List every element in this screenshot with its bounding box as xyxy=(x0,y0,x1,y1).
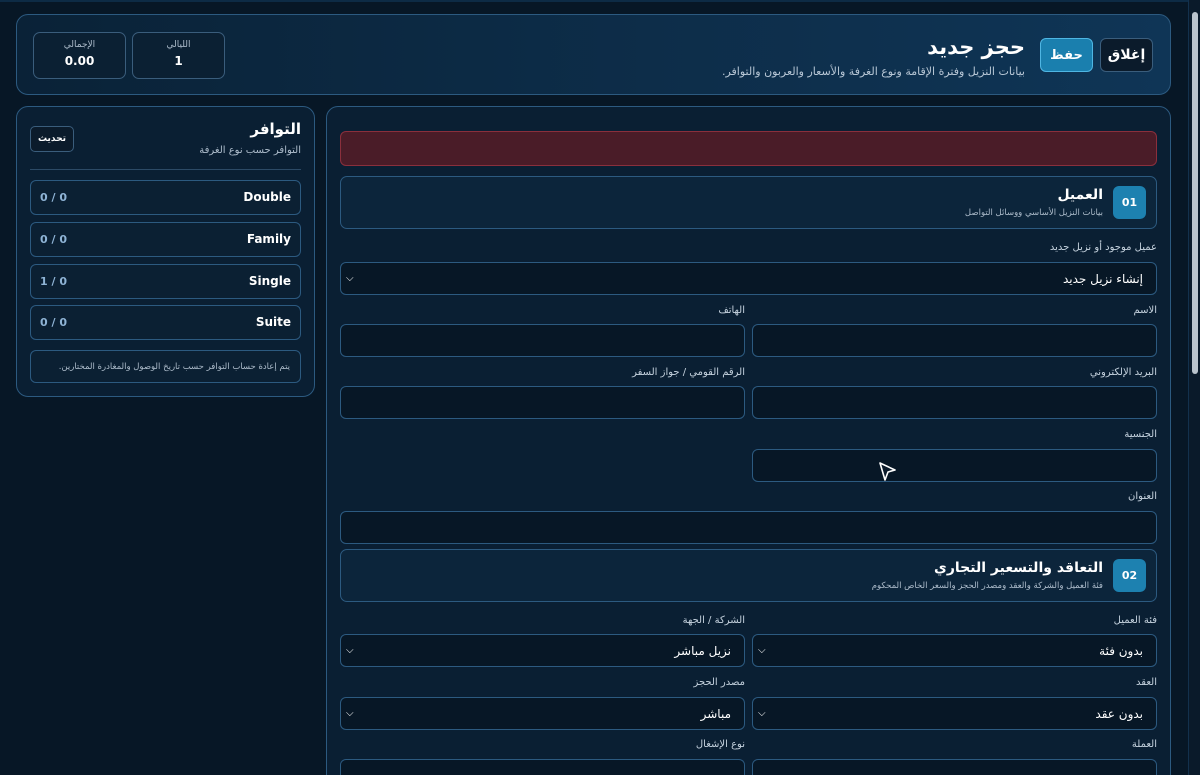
room-count: 0 / 0 xyxy=(40,316,67,329)
vertical-scrollbar[interactable] xyxy=(1188,0,1200,775)
total-value: 0.00 xyxy=(64,54,95,68)
company-value: نزيل مباشر xyxy=(674,644,731,658)
room-name: Single xyxy=(248,274,291,288)
client-category-select[interactable]: بدون فئة ⌵ xyxy=(752,634,1157,667)
section-subtitle: بيانات النزيل الأساسي ووسائل التواصل xyxy=(964,208,1103,218)
booking-source-label: مصدر الحجز xyxy=(693,677,745,688)
page-title: حجز جديد xyxy=(927,35,1025,59)
nights-label: الليالي xyxy=(166,40,191,50)
divider xyxy=(30,169,301,170)
company-select[interactable]: نزيل مباشر ⌵ xyxy=(340,634,745,667)
currency-select[interactable] xyxy=(752,759,1157,775)
room-count: 0 / 0 xyxy=(40,191,67,204)
page-subtitle: بيانات النزيل وفترة الإقامة ونوع الغرفة … xyxy=(721,65,1025,78)
total-stat: الإجمالي 0.00 xyxy=(33,32,126,79)
section-title: التعاقد والتسعير التجاري xyxy=(934,560,1103,576)
section-number: 02 xyxy=(1113,559,1146,592)
chevron-down-icon: ⌵ xyxy=(758,645,766,656)
room-row-family: Family 0 / 0 xyxy=(30,222,301,257)
national-id-label: الرقم القومي / جواز السفر xyxy=(632,367,745,378)
close-button[interactable]: إغلاق xyxy=(1100,38,1153,72)
room-count: 0 / 0 xyxy=(40,233,67,246)
email-input[interactable] xyxy=(752,386,1157,419)
error-alert xyxy=(340,131,1157,166)
section-contract-header: 02 التعاقد والتسعير التجاري فئة العميل و… xyxy=(340,549,1157,602)
client-category-value: بدون فئة xyxy=(1099,644,1143,658)
room-row-single: Single 1 / 0 xyxy=(30,264,301,299)
address-input[interactable] xyxy=(340,511,1157,544)
national-id-input[interactable] xyxy=(340,386,745,419)
phone-label: الهاتف xyxy=(718,305,745,316)
occupancy-label: نوع الإشغال xyxy=(695,739,745,750)
nights-value: 1 xyxy=(174,54,183,68)
chevron-down-icon: ⌵ xyxy=(346,708,354,719)
name-label: الاسم xyxy=(1133,305,1157,316)
mouse-cursor-icon xyxy=(879,462,896,481)
room-name: Family xyxy=(246,232,291,246)
email-label: البريد الإلكتروني xyxy=(1089,367,1157,378)
room-count: 1 / 0 xyxy=(40,275,67,288)
room-name: Double xyxy=(243,190,291,204)
currency-label: العملة xyxy=(1131,739,1157,750)
room-row-suite: Suite 0 / 0 xyxy=(30,305,301,340)
refresh-button[interactable]: تحديث xyxy=(30,126,74,152)
top-edge xyxy=(0,0,1188,2)
chevron-down-icon: ⌵ xyxy=(346,273,354,284)
guest-select-label: عميل موجود أو نزيل جديد xyxy=(1049,242,1157,253)
address-label: العنوان xyxy=(1128,491,1157,502)
contract-value: بدون عقد xyxy=(1095,707,1143,721)
company-label: الشركة / الجهة xyxy=(682,615,745,626)
name-input[interactable] xyxy=(752,324,1157,357)
availability-panel: التوافر التوافر حسب نوع الغرفة تحديث Dou… xyxy=(16,106,315,397)
availability-title: التوافر xyxy=(250,120,301,138)
page-header: إغلاق حفظ حجز جديد بيانات النزيل وفترة ا… xyxy=(16,14,1171,95)
availability-subtitle: التوافر حسب نوع الغرفة xyxy=(199,145,301,156)
phone-input[interactable] xyxy=(340,324,745,357)
chevron-down-icon: ⌵ xyxy=(758,708,766,719)
guest-select[interactable]: إنشاء نزيل جديد ⌵ xyxy=(340,262,1157,295)
availability-note: يتم إعادة حساب التوافر حسب تاريخ الوصول … xyxy=(30,350,301,383)
client-category-label: فئة العميل xyxy=(1113,615,1157,626)
chevron-down-icon: ⌵ xyxy=(346,645,354,656)
contract-select[interactable]: بدون عقد ⌵ xyxy=(752,697,1157,730)
nationality-label: الجنسية xyxy=(1124,429,1157,440)
guest-select-value: إنشاء نزيل جديد xyxy=(1062,272,1143,286)
room-row-double: Double 0 / 0 xyxy=(30,180,301,215)
nationality-input[interactable] xyxy=(752,449,1157,482)
scrollbar-thumb[interactable] xyxy=(1192,12,1198,374)
section-number: 01 xyxy=(1113,186,1146,219)
room-name: Suite xyxy=(255,315,291,329)
nights-stat: الليالي 1 xyxy=(132,32,225,79)
booking-source-select[interactable]: مباشر ⌵ xyxy=(340,697,745,730)
occupancy-select[interactable] xyxy=(340,759,745,775)
section-title: العميل xyxy=(1057,187,1103,203)
section-subtitle: فئة العميل والشركة والعقد ومصدر الحجز وا… xyxy=(871,581,1103,591)
total-label: الإجمالي xyxy=(63,40,96,50)
section-client-header: 01 العميل بيانات النزيل الأساسي ووسائل ا… xyxy=(340,176,1157,229)
booking-source-value: مباشر xyxy=(700,707,731,721)
contract-label: العقد xyxy=(1136,677,1157,688)
save-button[interactable]: حفظ xyxy=(1040,38,1093,72)
